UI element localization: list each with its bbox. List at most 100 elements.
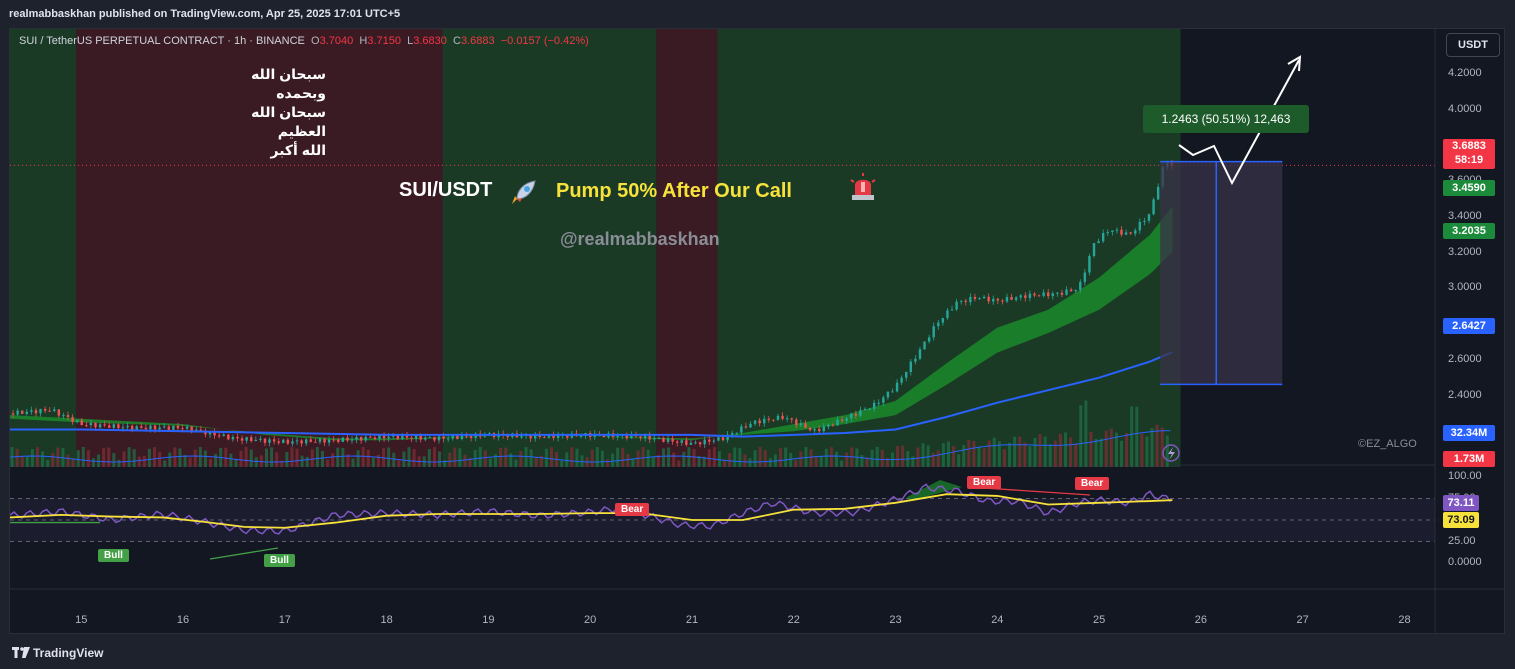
volume-bar [336,447,340,467]
candle-body [767,418,771,420]
volume-bar [499,447,503,467]
volume-bar [590,449,594,467]
candle-body [94,422,97,428]
volume-bar [168,452,172,467]
countdown-value: 58:19 [1454,154,1484,166]
candle-body [657,437,661,439]
volume-bar [285,452,289,467]
candle-body [698,442,702,445]
volume-bar [611,453,615,467]
volume-bar [1165,435,1169,467]
volume-bar [193,449,197,467]
candle-body [882,397,885,403]
volume-bar [835,451,838,467]
candle-body [236,436,239,439]
volume-bar [875,446,879,467]
volume-bar [137,456,141,467]
candle-body [987,296,990,302]
candle-body [1134,230,1137,234]
volume-bar [407,447,411,467]
candle-body [689,442,693,445]
volume-bar [1018,436,1022,467]
candle-body [992,298,995,302]
pair-title: SUI/USDT [399,179,493,201]
volume-bar [448,452,452,467]
candle-body [877,402,880,404]
volume-bar [936,450,940,467]
volume-bar [1135,406,1139,467]
candle-body [318,438,322,442]
date-tick-label: 28 [1398,614,1411,626]
candle-body [217,435,221,437]
candle-body [859,410,862,416]
candle-body [117,424,120,429]
candle-body [433,437,436,441]
candle-body [1120,229,1123,235]
volume-bar [1048,444,1052,467]
candle-body [410,437,413,439]
candle-body [268,439,271,443]
volume-bar [992,437,996,467]
volume-bar [326,459,330,467]
candle-body [172,425,175,430]
candle-body [946,310,949,318]
candle-body [891,391,894,393]
candle-body [1129,232,1132,234]
candle-body [785,418,789,420]
tradingview-logo[interactable]: TradingView [12,646,103,660]
volume-bar [962,445,966,467]
candle-body [804,423,807,428]
rsi-tick-label: 100.00 [1448,470,1482,482]
volume-bar [952,446,956,467]
volume-bar [331,453,335,467]
candle-body [790,418,793,420]
candle-body [121,427,125,429]
candle-body [240,438,244,441]
pump-text: Pump 50% After Our Call [556,180,792,202]
price-tick-label: 2.4000 [1448,388,1482,401]
candle-body [740,426,743,433]
candle-body [712,440,716,442]
volume-bar [1038,434,1042,467]
candle-body [428,437,432,439]
volume-bar [310,449,314,467]
volume-bar [402,451,406,467]
volume-bar [1160,427,1164,467]
candle-body [158,427,161,430]
rocket-icon [512,180,536,204]
candle-body [982,296,986,299]
candle-body [827,424,830,427]
volume-bar [244,447,248,467]
volume-bar [25,456,29,467]
currency-button[interactable]: USDT [1446,33,1500,57]
candle-body [905,371,908,378]
measure-label[interactable]: 1.2463 (50.51%) 12,463 [1143,105,1309,133]
volume-bar [814,456,818,467]
volume-bar [1094,438,1098,467]
candle-body [263,438,267,443]
candle-body [89,422,93,426]
candle-body [1010,296,1013,300]
date-tick-label: 21 [685,614,699,626]
volume-bar [254,457,258,467]
candle-body [1014,297,1018,300]
volume-bar [672,452,676,467]
volume-bar [295,448,299,467]
candle-body [680,440,683,443]
candle-body [703,439,706,445]
candle-body [437,436,441,441]
volume-bar [1033,437,1037,467]
volume-bar [1099,438,1103,467]
date-tick-label: 26 [1194,614,1208,626]
candle-body [149,425,152,430]
volume-bar [794,459,798,467]
candle-body [1069,289,1073,292]
price-tag: 3.6883 58:19 [1443,139,1495,169]
volume-bar [320,451,324,467]
candle-body [387,436,390,439]
chart-frame[interactable]: SUI / TetherUS PERPETUAL CONTRACT · 1h ·… [9,28,1505,634]
volume-bar [371,457,375,467]
volume-bar [1104,430,1108,467]
volume-bar [758,447,762,467]
tradingview-brand: TradingView [33,646,104,660]
